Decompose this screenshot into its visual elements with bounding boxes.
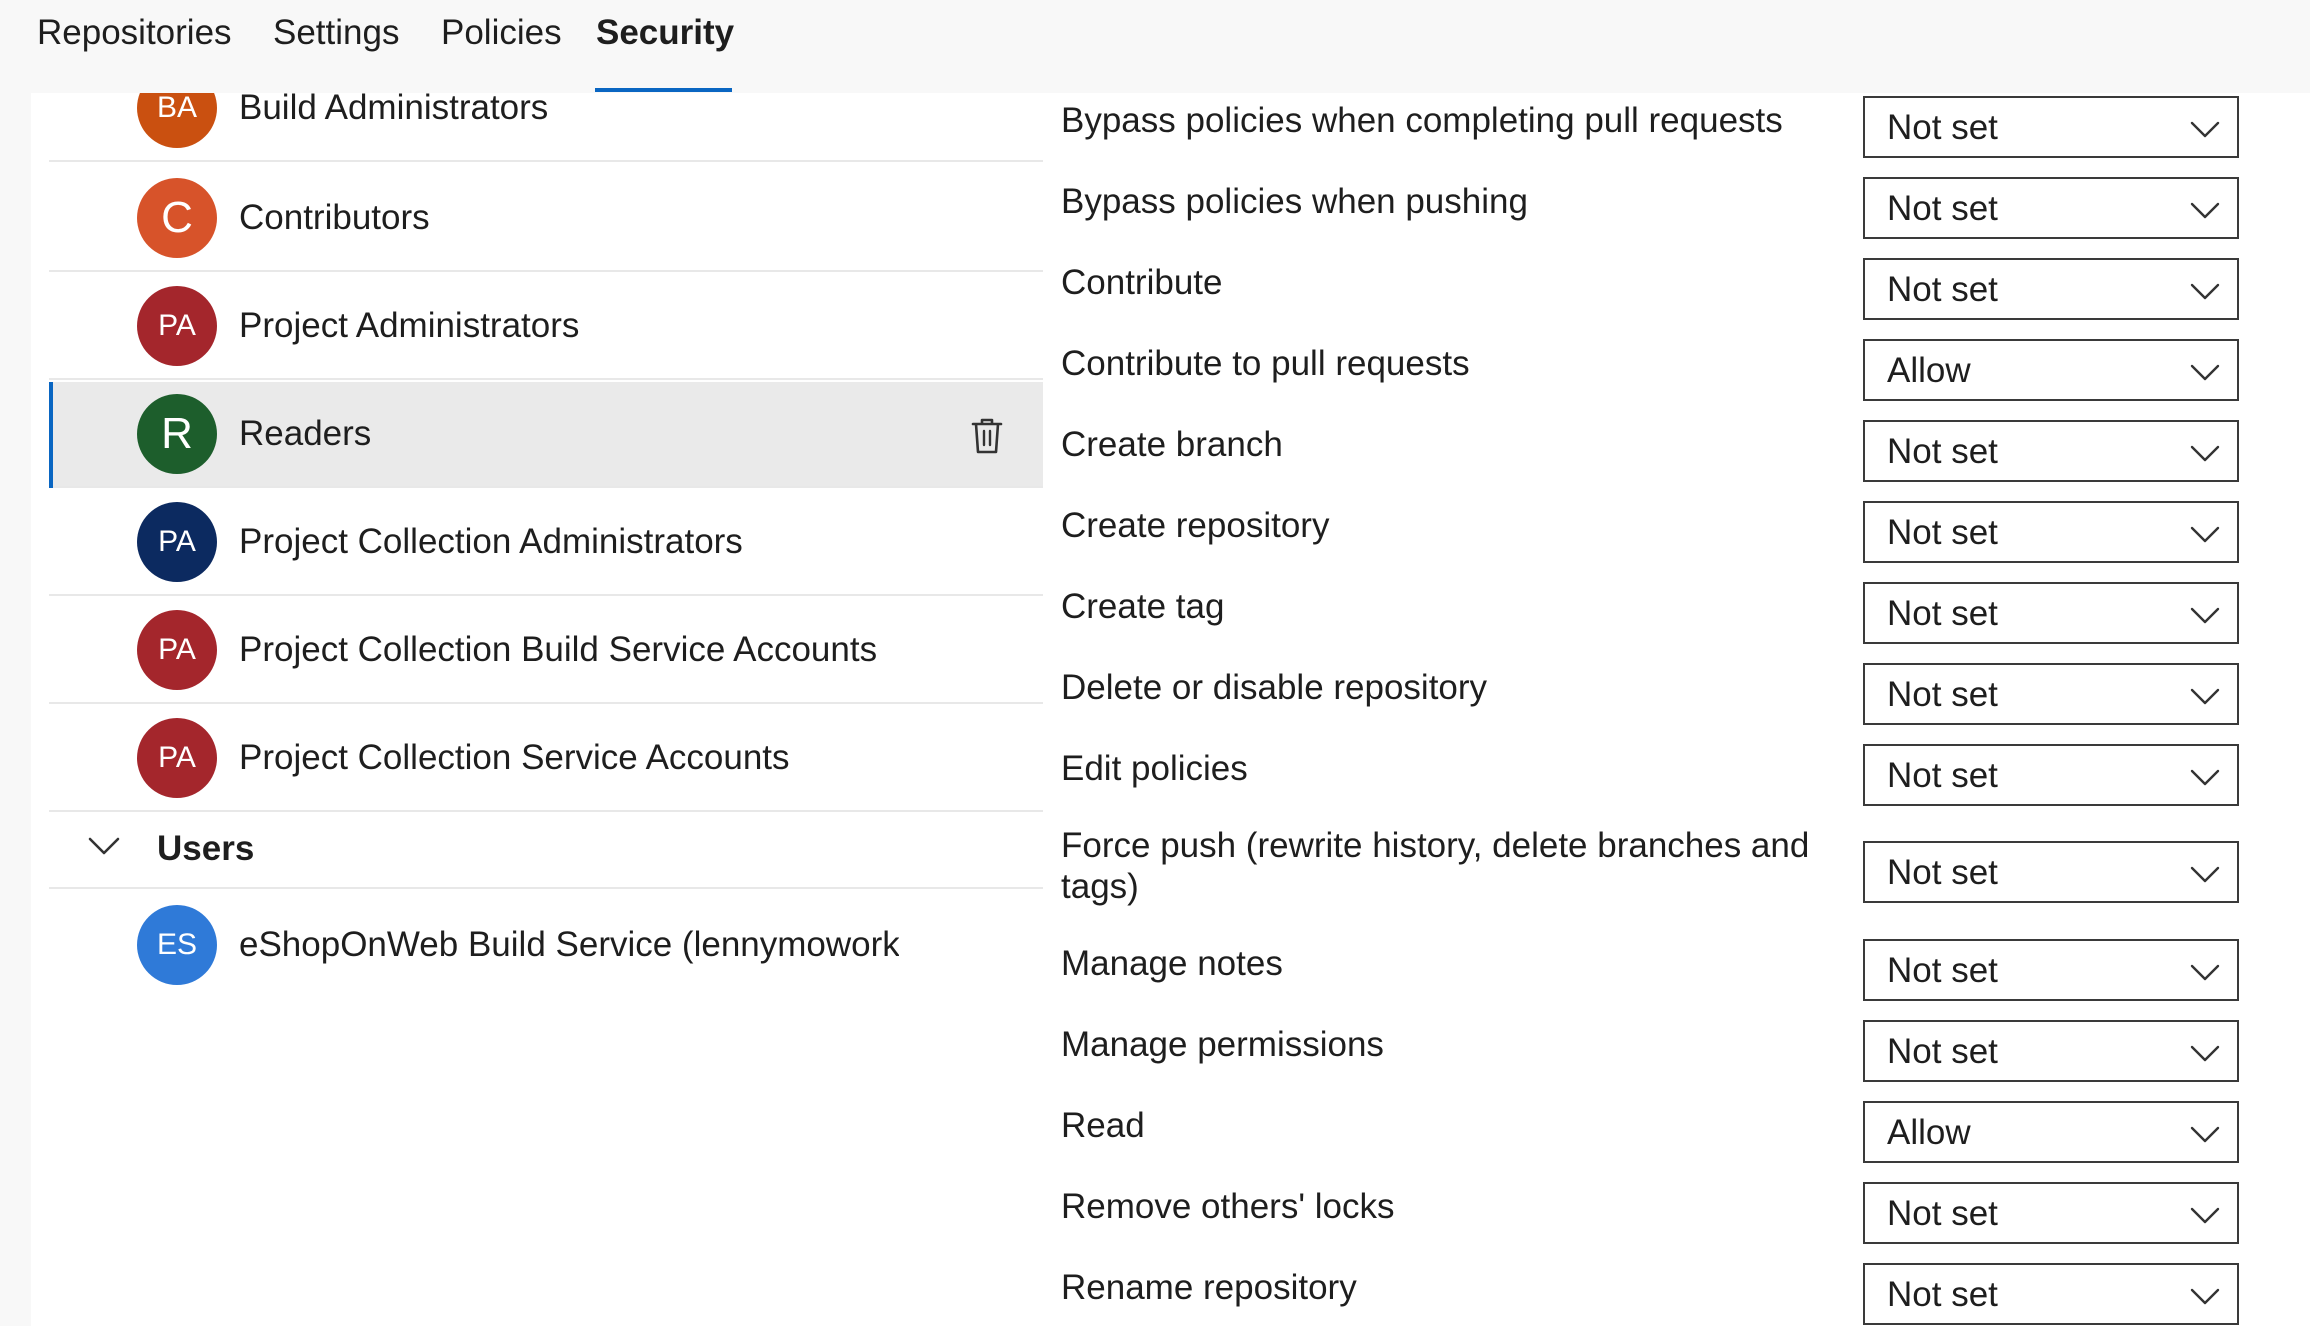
tab-repositories[interactable]: Repositories xyxy=(37,12,232,54)
chevron-down-icon xyxy=(2190,445,2220,462)
avatar: ES xyxy=(137,905,217,985)
permission-label: Manage permissions xyxy=(1061,1025,1384,1064)
group-row-selected[interactable]: R Readers xyxy=(49,382,1043,488)
permission-value: Not set xyxy=(1887,1194,1998,1233)
user-row[interactable]: ES eShopOnWeb Build Service (lennymowork xyxy=(49,893,1043,999)
chevron-down-icon xyxy=(2190,866,2220,883)
permission-dropdown[interactable]: Allow xyxy=(1863,339,2239,401)
permission-value: Allow xyxy=(1887,351,1971,390)
permission-dropdown[interactable]: Not set xyxy=(1863,841,2239,903)
group-row[interactable]: PA Project Collection Build Service Acco… xyxy=(49,598,1043,704)
avatar: PA xyxy=(137,718,217,798)
permission-value: Not set xyxy=(1887,594,1998,633)
trash-icon[interactable] xyxy=(969,416,1005,456)
group-name: Build Administrators xyxy=(239,93,549,127)
permission-value: Not set xyxy=(1887,513,1998,552)
permission-label: Edit policies xyxy=(1061,749,1248,788)
permission-dropdown[interactable]: Not set xyxy=(1863,258,2239,320)
permission-dropdown[interactable]: Not set xyxy=(1863,420,2239,482)
chevron-down-icon xyxy=(2190,364,2220,381)
permission-dropdown[interactable]: Not set xyxy=(1863,1020,2239,1082)
permission-label: Manage notes xyxy=(1061,944,1283,983)
chevron-down-icon xyxy=(2190,1126,2220,1143)
permission-dropdown[interactable]: Not set xyxy=(1863,663,2239,725)
permission-value: Allow xyxy=(1887,1113,1971,1152)
group-row[interactable]: BA Build Administrators xyxy=(49,93,1043,162)
permission-label: Create branch xyxy=(1061,425,1283,464)
permission-label: Bypass policies when pushing xyxy=(1061,182,1528,221)
avatar: PA xyxy=(137,502,217,582)
permission-dropdown[interactable]: Not set xyxy=(1863,96,2239,158)
permission-dropdown[interactable]: Allow xyxy=(1863,1101,2239,1163)
permission-value: Not set xyxy=(1887,756,1998,795)
chevron-down-icon xyxy=(2190,526,2220,543)
active-tab-indicator xyxy=(595,88,732,92)
chevron-down-icon xyxy=(2190,1288,2220,1305)
chevron-down-icon xyxy=(2190,1207,2220,1224)
chevron-down-icon xyxy=(2190,688,2220,705)
users-section-header[interactable]: Users xyxy=(49,809,1043,889)
permission-dropdown[interactable]: Not set xyxy=(1863,939,2239,1001)
permission-value: Not set xyxy=(1887,951,1998,990)
group-name: Contributors xyxy=(239,198,430,237)
permission-value: Not set xyxy=(1887,189,1998,228)
user-name: eShopOnWeb Build Service (lennymowork xyxy=(239,925,899,964)
group-row[interactable]: PA Project Collection Service Accounts xyxy=(49,706,1043,812)
permission-label: Delete or disable repository xyxy=(1061,668,1488,707)
chevron-down-icon xyxy=(2190,283,2220,300)
group-row[interactable]: PA Project Administrators xyxy=(49,274,1043,380)
chevron-down-icon xyxy=(2190,1045,2220,1062)
permission-value: Not set xyxy=(1887,1275,1998,1314)
group-row[interactable]: PA Project Collection Administrators xyxy=(49,490,1043,596)
chevron-down-icon[interactable] xyxy=(87,829,121,863)
permission-value: Not set xyxy=(1887,853,1998,892)
tab-policies[interactable]: Policies xyxy=(441,12,562,54)
permission-dropdown[interactable]: Not set xyxy=(1863,744,2239,806)
permission-dropdown[interactable]: Not set xyxy=(1863,177,2239,239)
tab-settings[interactable]: Settings xyxy=(273,12,399,54)
tab-security[interactable]: Security xyxy=(596,12,734,54)
identity-list-panel: BA Build Administrators C Contributors P… xyxy=(31,93,1043,1326)
permission-label: Contribute to pull requests xyxy=(1061,344,1470,383)
permissions-panel: Bypass policies when completing pull req… xyxy=(1043,93,2310,1326)
permission-dropdown[interactable]: Not set xyxy=(1863,582,2239,644)
group-row[interactable]: C Contributors xyxy=(49,166,1043,272)
permission-value: Not set xyxy=(1887,108,1998,147)
permission-label: Remove others' locks xyxy=(1061,1187,1395,1226)
chevron-down-icon xyxy=(2190,607,2220,624)
group-name: Readers xyxy=(239,414,372,453)
permission-label: Create tag xyxy=(1061,587,1225,626)
chevron-down-icon xyxy=(2190,121,2220,138)
permission-label: Create repository xyxy=(1061,506,1330,545)
chevron-down-icon xyxy=(2190,202,2220,219)
group-name: Project Collection Build Service Account… xyxy=(239,630,878,669)
permission-dropdown[interactable]: Not set xyxy=(1863,1182,2239,1244)
avatar: PA xyxy=(137,610,217,690)
permission-value: Not set xyxy=(1887,270,1998,309)
permission-dropdown[interactable]: Not set xyxy=(1863,1263,2239,1325)
permission-value: Not set xyxy=(1887,432,1998,471)
group-name: Project Collection Administrators xyxy=(239,522,743,561)
permission-label: Contribute xyxy=(1061,263,1223,302)
group-name: Project Administrators xyxy=(239,306,580,345)
avatar: BA xyxy=(137,93,217,148)
top-tab-bar: Repositories Settings Policies Security xyxy=(0,0,2310,93)
permission-dropdown[interactable]: Not set xyxy=(1863,501,2239,563)
permission-label: Read xyxy=(1061,1106,1145,1145)
permission-label: Bypass policies when completing pull req… xyxy=(1061,101,1783,140)
chevron-down-icon xyxy=(2190,769,2220,786)
users-section-title: Users xyxy=(157,829,255,868)
avatar: PA xyxy=(137,286,217,366)
avatar: R xyxy=(137,394,217,474)
avatar: C xyxy=(137,178,217,258)
permission-label: Rename repository xyxy=(1061,1268,1357,1307)
group-name: Project Collection Service Accounts xyxy=(239,738,790,777)
permission-value: Not set xyxy=(1887,675,1998,714)
chevron-down-icon xyxy=(2190,964,2220,981)
permission-label: Force push (rewrite history, delete bran… xyxy=(1061,826,1810,906)
permission-value: Not set xyxy=(1887,1032,1998,1071)
